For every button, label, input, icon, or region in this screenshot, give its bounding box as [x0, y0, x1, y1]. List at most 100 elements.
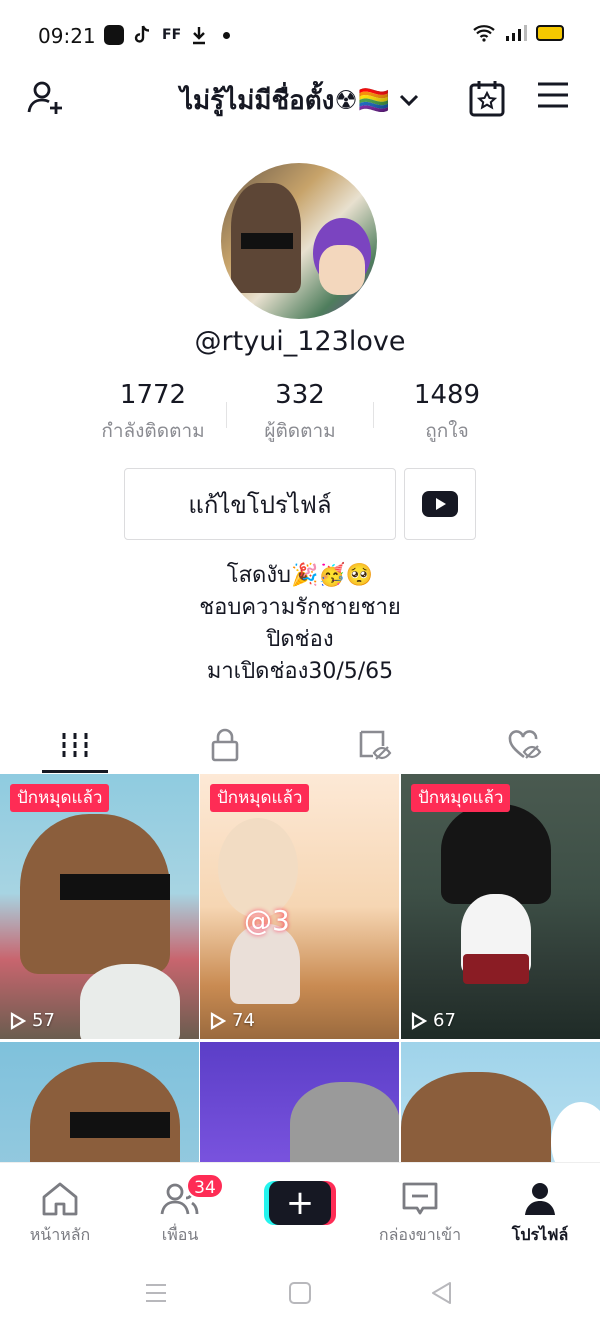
video-thumbnail[interactable]: @3 ปักหมุดแล้ว 74 — [200, 774, 399, 1039]
play-icon — [411, 1011, 427, 1030]
app-icon — [104, 25, 124, 45]
youtube-button[interactable] — [404, 468, 476, 540]
thumbnail-figure — [290, 1082, 399, 1162]
dot-icon — [223, 31, 231, 39]
nav-inbox[interactable]: กล่องขาเข้า — [360, 1163, 480, 1254]
pinned-badge: ปักหมุดแล้ว — [10, 784, 110, 812]
nav-home[interactable]: หน้าหลัก — [0, 1163, 120, 1254]
video-thumbnail[interactable] — [401, 1042, 600, 1162]
download-icon — [193, 27, 206, 45]
followers-label: ผู้ติดตาม — [264, 420, 336, 442]
video-thumbnail[interactable] — [200, 1042, 399, 1162]
liked-hidden-icon — [508, 730, 542, 759]
likes-stat[interactable]: 1489 ถูกใจ — [374, 380, 520, 450]
nav-profile-label: โปรไฟล์ — [511, 1225, 569, 1244]
status-bar: 09:21 FF — [0, 0, 600, 72]
video-overlay-text: @3 — [244, 904, 290, 937]
friends-badge: 34 — [186, 1173, 224, 1199]
nav-profile[interactable]: โปรไฟล์ — [480, 1163, 600, 1254]
pinned-badge: ปักหมุดแล้ว — [210, 784, 310, 812]
view-count-value: 67 — [433, 1010, 456, 1031]
plus-icon: + — [269, 1181, 331, 1225]
avatar-figure — [319, 245, 365, 295]
followers-stat[interactable]: 332 ผู้ติดตาม — [227, 380, 373, 450]
view-count-value: 74 — [232, 1010, 255, 1031]
view-count: 67 — [411, 1010, 456, 1031]
nav-create[interactable]: + — [240, 1163, 360, 1254]
video-thumbnail[interactable] — [0, 1042, 199, 1162]
bio-line: ชอบความรักชายชาย — [199, 595, 401, 620]
bio: โสดงับ🎉🥳🥺 ชอบความรักชายชาย ปิดช่อง มาเปิ… — [0, 560, 600, 688]
system-navigation-bar — [0, 1254, 600, 1333]
thumbnail-figure — [551, 1102, 600, 1162]
thumbnail-figure — [60, 874, 170, 900]
tab-private[interactable] — [150, 716, 300, 774]
play-icon — [10, 1011, 26, 1030]
profile-stats: 1772 กำลังติดตาม 332 ผู้ติดตาม 1489 ถูกใ… — [80, 380, 520, 450]
tab-videos[interactable] — [0, 716, 150, 774]
menu-icon[interactable] — [536, 80, 570, 110]
thumbnail-figure — [401, 1072, 551, 1162]
thumbnail-figure — [218, 818, 298, 918]
calendar-icon[interactable] — [468, 78, 506, 118]
nav-inbox-label: กล่องขาเข้า — [378, 1225, 462, 1244]
status-time: 09:21 — [38, 24, 96, 48]
tab-saved[interactable] — [300, 716, 450, 774]
notification-icons: FF — [104, 25, 231, 45]
following-stat[interactable]: 1772 กำลังติดตาม — [80, 380, 226, 450]
lock-icon — [211, 728, 239, 762]
hidden-likes-icon — [359, 730, 392, 760]
signal-icon — [506, 25, 527, 41]
home-icon — [42, 1182, 78, 1216]
avatar-figure — [241, 233, 293, 249]
video-thumbnail[interactable]: ปักหมุดแล้ว 67 — [401, 774, 600, 1039]
thumbnail-figure — [80, 964, 180, 1039]
followers-count: 332 — [275, 380, 325, 410]
home-button-icon[interactable] — [288, 1282, 312, 1304]
edit-profile-button[interactable]: แก้ไขโปรไฟล์ — [124, 468, 396, 540]
thumbnail-figure — [441, 804, 551, 904]
inbox-icon — [402, 1182, 438, 1215]
add-user-icon[interactable] — [26, 78, 66, 118]
tiktok-icon — [134, 25, 150, 43]
create-button[interactable]: + — [264, 1181, 336, 1225]
nav-friends[interactable]: เพื่อน 34 — [120, 1163, 240, 1254]
recent-apps-icon[interactable] — [144, 1282, 168, 1304]
tab-liked[interactable] — [450, 716, 600, 774]
account-name: ไม่รู้ไม่มีชื่อตั้ง☢🏳️‍🌈 — [179, 85, 391, 116]
profile-icon — [525, 1183, 555, 1215]
system-status-icons — [472, 24, 564, 42]
thumbnail-figure — [463, 954, 529, 984]
bio-line: มาเปิดช่อง30/5/65 — [206, 659, 394, 684]
nav-home-label: หน้าหลัก — [29, 1225, 91, 1244]
youtube-icon — [422, 491, 458, 517]
wifi-icon — [473, 25, 495, 42]
following-count: 1772 — [119, 380, 187, 410]
username: @rtyui_123love — [194, 326, 406, 357]
active-tab-indicator — [42, 770, 108, 773]
avatar[interactable] — [221, 163, 377, 319]
battery-icon — [536, 25, 564, 41]
ff-icon: FF — [162, 27, 182, 43]
nav-friends-label: เพื่อน — [161, 1225, 199, 1244]
account-switcher[interactable]: ไม่รู้ไม่มีชื่อตั้ง☢🏳️‍🌈 — [170, 80, 430, 120]
view-count: 74 — [210, 1010, 255, 1031]
view-count: 57 — [10, 1010, 55, 1031]
following-label: กำลังติดตาม — [101, 420, 205, 442]
thumbnail-figure — [70, 1112, 170, 1138]
chevron-down-icon — [399, 94, 419, 107]
videos-grid-icon — [62, 733, 88, 757]
play-icon — [210, 1011, 226, 1030]
video-grid: ปักหมุดแล้ว 57 @3 ปักหมุดแล้ว 74 ปักหมุด… — [0, 774, 600, 1162]
video-thumbnail[interactable]: ปักหมุดแล้ว 57 — [0, 774, 199, 1039]
likes-count: 1489 — [413, 380, 481, 410]
pinned-badge: ปักหมุดแล้ว — [411, 784, 511, 812]
back-icon[interactable] — [430, 1282, 454, 1304]
bottom-navigation: หน้าหลัก เพื่อน 34 + กล่องขาเข้า โปรไฟล์ — [0, 1162, 600, 1254]
content-tabs — [0, 716, 600, 774]
likes-label: ถูกใจ — [425, 420, 469, 442]
view-count-value: 57 — [32, 1010, 55, 1031]
bio-line: ปิดช่อง — [266, 627, 334, 652]
profile-header: ไม่รู้ไม่มีชื่อตั้ง☢🏳️‍🌈 — [0, 72, 600, 126]
bio-line: โสดงับ🎉🥳🥺 — [226, 563, 374, 588]
